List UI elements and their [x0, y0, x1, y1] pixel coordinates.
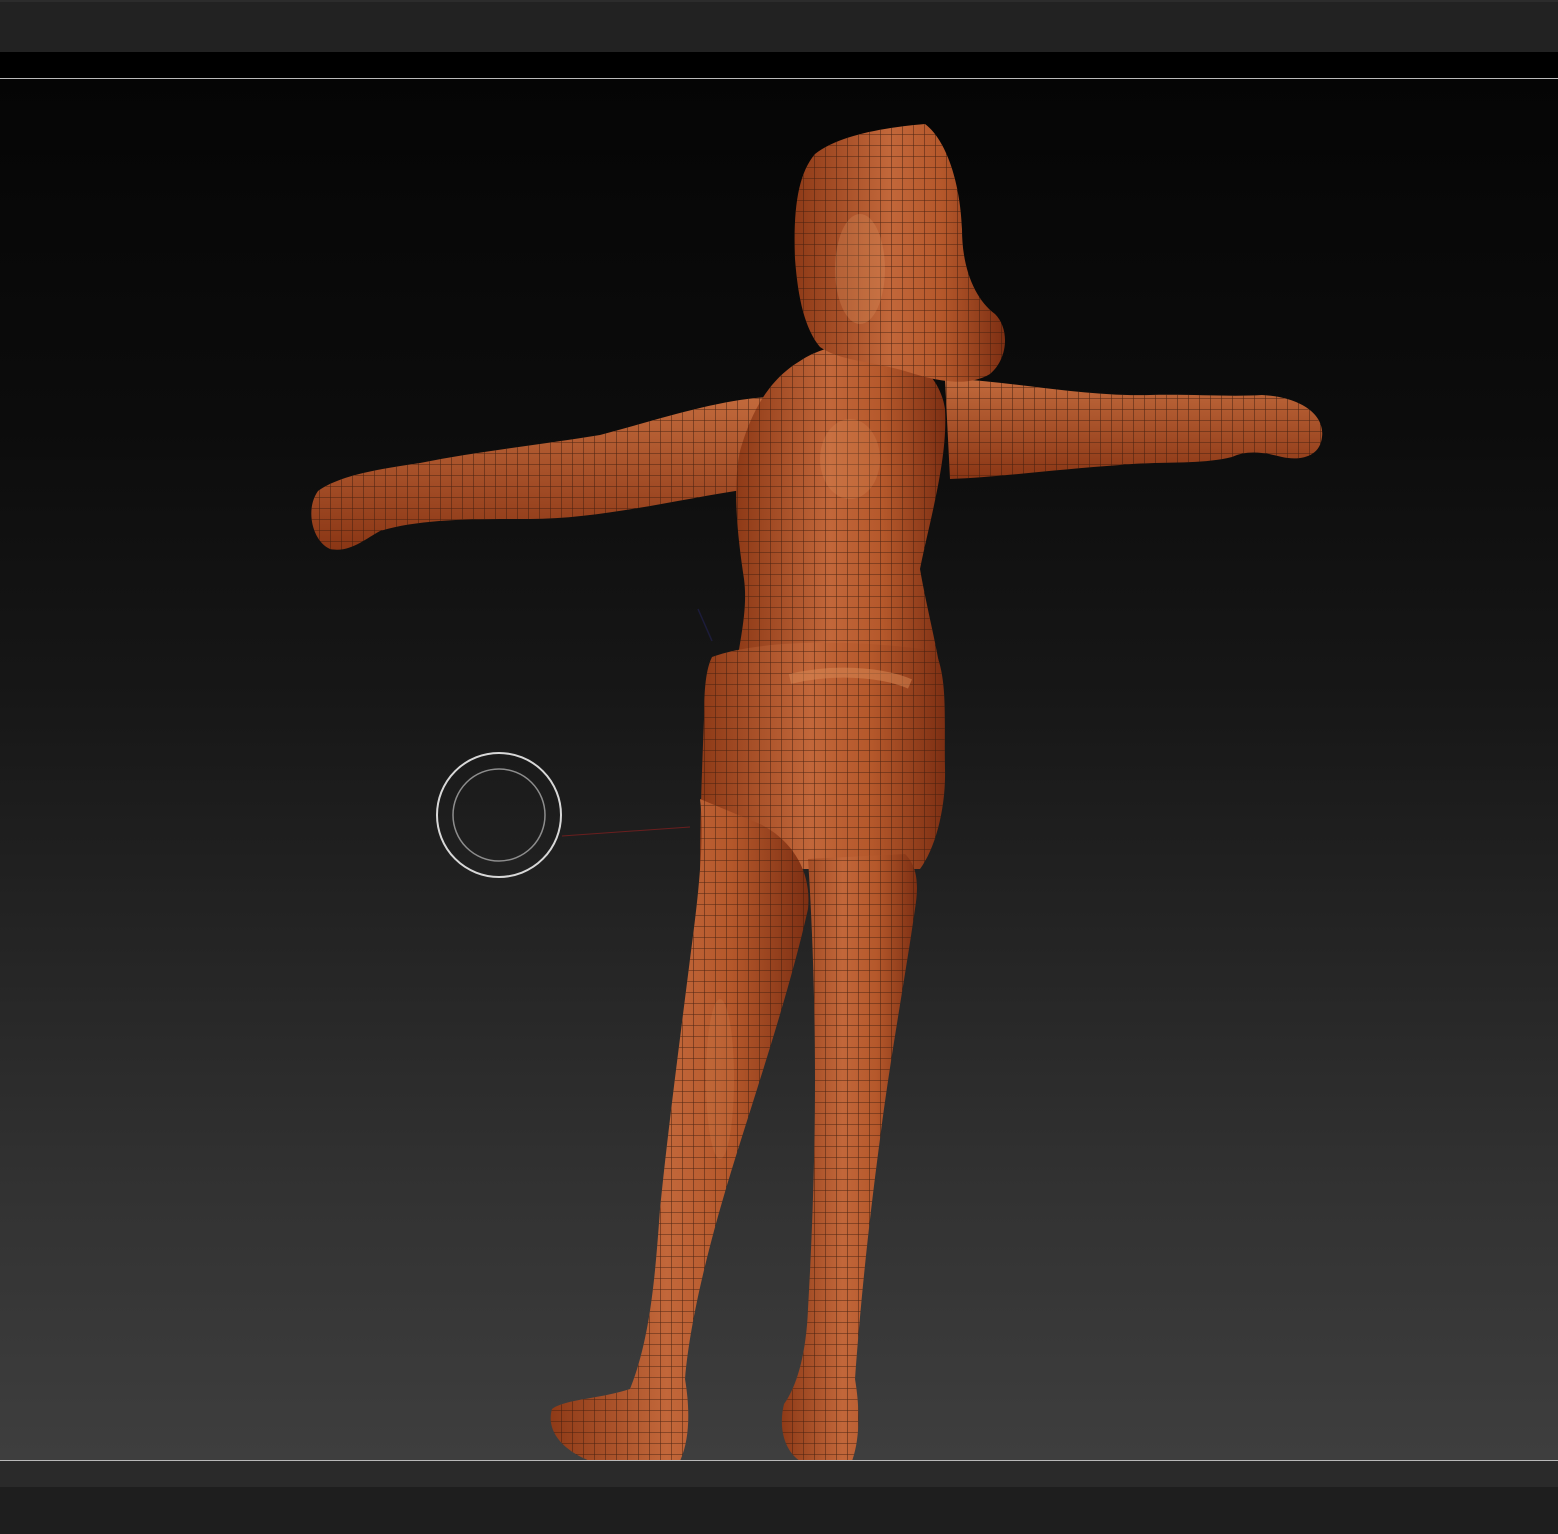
bottom-toolbar [0, 1461, 1558, 1534]
top-toolbar [0, 0, 1558, 52]
brush-cursor-icon[interactable] [436, 752, 562, 878]
canvas-viewport[interactable] [0, 78, 1558, 1461]
brush-pivot-line [561, 826, 691, 837]
character-mesh[interactable] [311, 124, 1323, 1461]
axis-line [697, 608, 713, 642]
app-window [0, 0, 1558, 1534]
viewport-canvas[interactable] [0, 79, 1558, 1461]
toolbar-separator [0, 52, 1558, 78]
